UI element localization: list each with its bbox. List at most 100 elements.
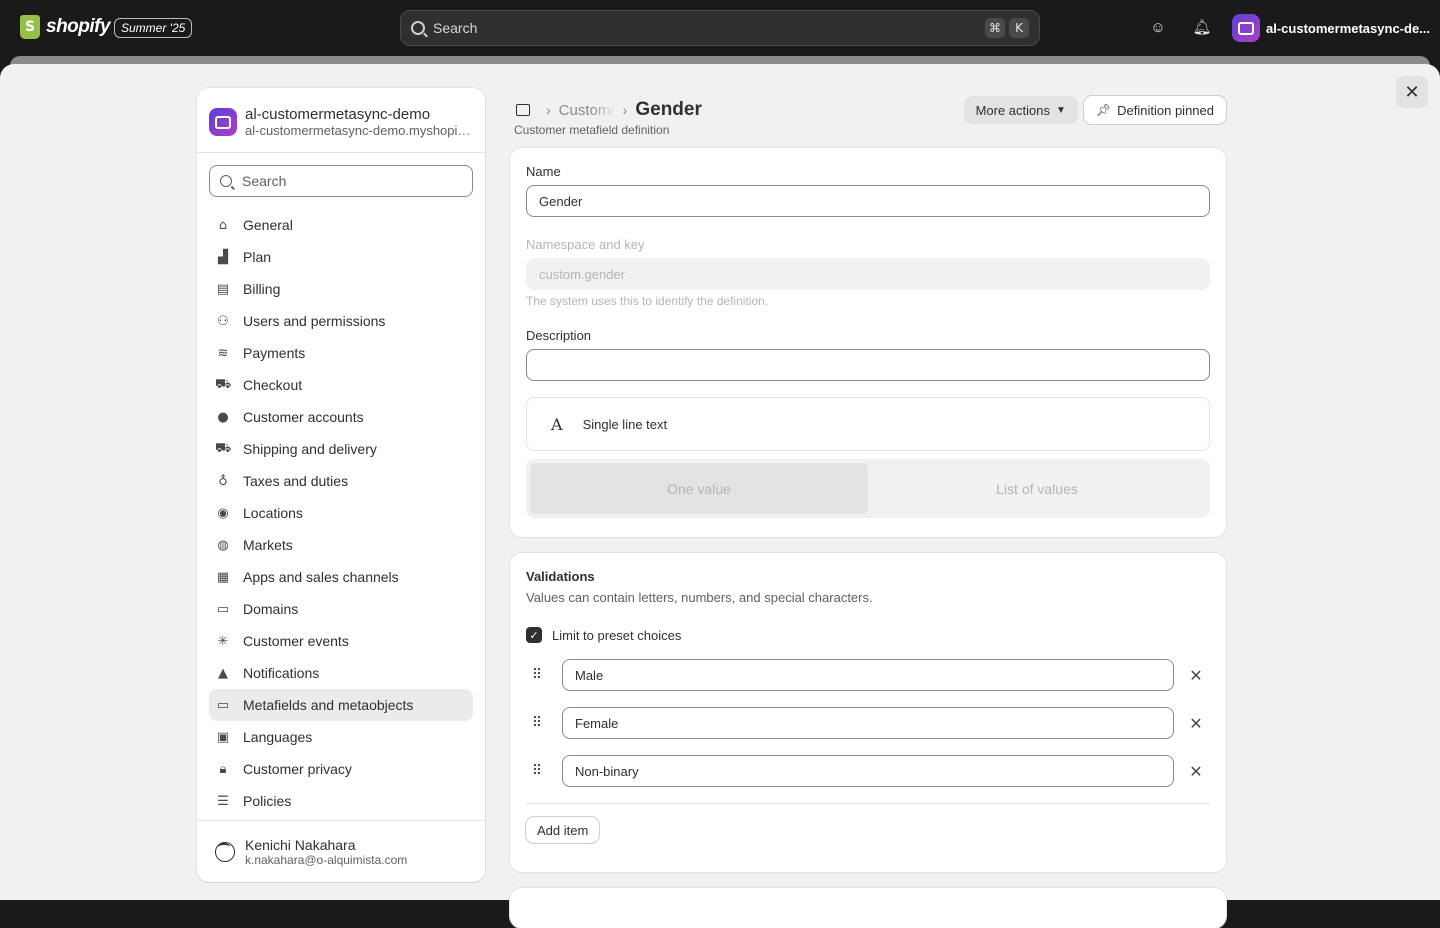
nav-item-apps[interactable]: ▦ Apps and sales channels bbox=[209, 561, 473, 593]
nav-item-label: Notifications bbox=[243, 665, 320, 681]
nav-item-markets[interactable]: ◍ Markets bbox=[209, 529, 473, 561]
person-icon: ● bbox=[217, 409, 229, 425]
choice-input[interactable]: Male bbox=[562, 659, 1174, 691]
choice-input[interactable]: Non-binary bbox=[562, 755, 1174, 787]
bell-icon[interactable]: 🔔︎ bbox=[1192, 18, 1212, 38]
remove-choice-icon[interactable]: ✕ bbox=[1186, 666, 1206, 685]
nav-item-label: Customer events bbox=[243, 633, 349, 649]
type-selector[interactable]: A Single line text bbox=[526, 397, 1210, 451]
search-icon bbox=[411, 21, 425, 35]
main-content: › Customers › Gender Customer metafield … bbox=[510, 88, 1226, 928]
store-switcher[interactable]: al-customermetasync-de... bbox=[1232, 14, 1430, 42]
nav-item-customer-accounts[interactable]: ● Customer accounts bbox=[209, 401, 473, 433]
nav-item-policies[interactable]: ☰ Policies bbox=[209, 785, 473, 817]
nav-item-metafields[interactable]: ▭ Metafields and metaobjects bbox=[209, 689, 473, 721]
nav-item-shipping[interactable]: ⛟ Shipping and delivery bbox=[209, 433, 473, 465]
cart-icon: ⛟ bbox=[215, 376, 232, 392]
drag-handle-icon[interactable]: ⠿ bbox=[526, 715, 546, 731]
nav-item-checkout[interactable]: ⛟ Checkout bbox=[209, 369, 473, 401]
breadcrumb-customers[interactable]: Customers bbox=[559, 102, 615, 119]
store-icon: ⌂ bbox=[218, 217, 228, 233]
close-settings-button[interactable]: ✕ bbox=[1396, 76, 1428, 108]
payments-icon: ≋ bbox=[217, 345, 229, 361]
nav-item-locations[interactable]: ◉ Locations bbox=[209, 497, 473, 529]
description-input[interactable] bbox=[526, 349, 1210, 381]
chevron-right-icon: › bbox=[622, 102, 628, 118]
choice-row: ⠿ Non-binary ✕ bbox=[526, 755, 1210, 787]
nav-item-label: Metafields and metaobjects bbox=[243, 697, 414, 713]
settings-nav-list: ⌂ General ▟ Plan ▤ Billing ⚇ Users and permi… bbox=[197, 209, 485, 817]
namespace-input: custom.gender bbox=[526, 258, 1210, 290]
metafield-icon: ▭ bbox=[216, 697, 230, 713]
nav-item-label: Markets bbox=[243, 537, 293, 553]
definition-pinned-button[interactable]: 📌︎ Definition pinned bbox=[1083, 96, 1226, 124]
choice-input[interactable]: Female bbox=[562, 707, 1174, 739]
pin-icon: 📌︎ bbox=[1095, 103, 1112, 117]
sidekick-icon[interactable]: ☺ bbox=[1148, 18, 1168, 38]
nav-item-users[interactable]: ⚇ Users and permissions bbox=[209, 305, 473, 337]
validations-title: Validations bbox=[526, 569, 595, 584]
settings-nav: al-customermetasync-demo al-customermeta… bbox=[197, 88, 485, 882]
top-bar: shopify Summer '25 Search ⌘ K ☺ 🔔︎ al-cu… bbox=[0, 0, 1440, 56]
nav-item-label: Billing bbox=[243, 281, 281, 297]
global-search-placeholder: Search bbox=[433, 20, 478, 36]
edition-badge[interactable]: Summer '25 bbox=[114, 18, 193, 38]
store-avatar bbox=[1232, 14, 1260, 42]
metafield-icon[interactable] bbox=[516, 104, 530, 116]
limit-choices-row[interactable]: ✓ Limit to preset choices bbox=[526, 627, 1210, 643]
drag-handle-icon[interactable]: ⠿ bbox=[526, 763, 546, 779]
nav-store-header: al-customermetasync-demo al-customermeta… bbox=[197, 88, 485, 153]
nav-item-label: Plan bbox=[243, 249, 272, 265]
name-label: Name bbox=[526, 164, 561, 179]
limit-choices-label: Limit to preset choices bbox=[552, 627, 682, 643]
namespace-help: The system uses this to identify the def… bbox=[526, 294, 769, 308]
page-header: › Customers › Gender Customer metafield … bbox=[510, 88, 1226, 137]
more-actions-button[interactable]: More actions ▼ bbox=[963, 96, 1078, 124]
user-avatar bbox=[215, 841, 235, 862]
nav-item-notifications[interactable]: ▲ Notifications bbox=[209, 657, 473, 689]
list-of-values-option[interactable]: List of values bbox=[868, 463, 1206, 514]
nav-item-label: Domains bbox=[243, 601, 299, 617]
nav-item-billing[interactable]: ▤ Billing bbox=[209, 273, 473, 305]
nav-item-domains[interactable]: ▭ Domains bbox=[209, 593, 473, 625]
shopify-logo[interactable]: shopify bbox=[20, 15, 111, 39]
language-icon: ▣ bbox=[216, 729, 230, 745]
settings-search-input[interactable]: Search bbox=[209, 165, 473, 197]
billing-icon: ▤ bbox=[216, 281, 230, 297]
k-key-hint: K bbox=[1009, 18, 1029, 38]
nav-item-customer-privacy[interactable]: 🔒︎ Customer privacy bbox=[209, 753, 473, 785]
chevron-down-icon: ▼ bbox=[1056, 104, 1066, 116]
remove-choice-icon[interactable]: ✕ bbox=[1186, 714, 1206, 733]
name-input[interactable]: Gender bbox=[526, 185, 1210, 217]
global-search[interactable]: Search ⌘ K bbox=[400, 10, 1040, 46]
command-key-hint: ⌘ bbox=[985, 18, 1005, 38]
users-icon: ⚇ bbox=[217, 313, 229, 329]
nav-store-name: al-customermetasync-demo bbox=[245, 106, 431, 123]
remove-choice-icon[interactable]: ✕ bbox=[1186, 762, 1206, 781]
cursor-icon: ✳ bbox=[217, 633, 229, 649]
user-email: k.nakahara@o-alquimista.com bbox=[245, 852, 408, 867]
add-item-button[interactable]: Add item bbox=[526, 817, 599, 843]
search-icon bbox=[220, 175, 232, 187]
drag-handle-icon[interactable]: ⠿ bbox=[526, 667, 546, 683]
nav-item-taxes[interactable]: ♁ Taxes and duties bbox=[209, 465, 473, 497]
nav-item-general[interactable]: ⌂ General bbox=[209, 209, 473, 241]
current-user[interactable]: Kenichi Nakahara k.nakahara@o-alquimista… bbox=[197, 820, 485, 882]
nav-item-customer-events[interactable]: ✳ Customer events bbox=[209, 625, 473, 657]
divider bbox=[526, 803, 1210, 804]
nav-store-domain: al-customermetasync-demo.myshopify.com bbox=[245, 123, 473, 138]
validations-card: Validations Values can contain letters, … bbox=[510, 553, 1226, 872]
text-type-icon: A bbox=[551, 414, 563, 434]
nav-item-label: Shipping and delivery bbox=[243, 441, 377, 457]
description-label: Description bbox=[526, 328, 592, 343]
nav-item-languages[interactable]: ▣ Languages bbox=[209, 721, 473, 753]
apps-icon: ▦ bbox=[216, 569, 230, 585]
brand-name: shopify bbox=[46, 16, 111, 37]
limit-choices-checkbox[interactable]: ✓ bbox=[526, 627, 542, 643]
nav-item-plan[interactable]: ▟ Plan bbox=[209, 241, 473, 273]
one-value-option[interactable]: One value bbox=[530, 463, 868, 514]
truck-icon: ⛟ bbox=[215, 440, 232, 456]
nav-item-payments[interactable]: ≋ Payments bbox=[209, 337, 473, 369]
page-subtitle: Customer metafield definition bbox=[514, 123, 670, 137]
nav-item-label: Policies bbox=[243, 793, 292, 809]
